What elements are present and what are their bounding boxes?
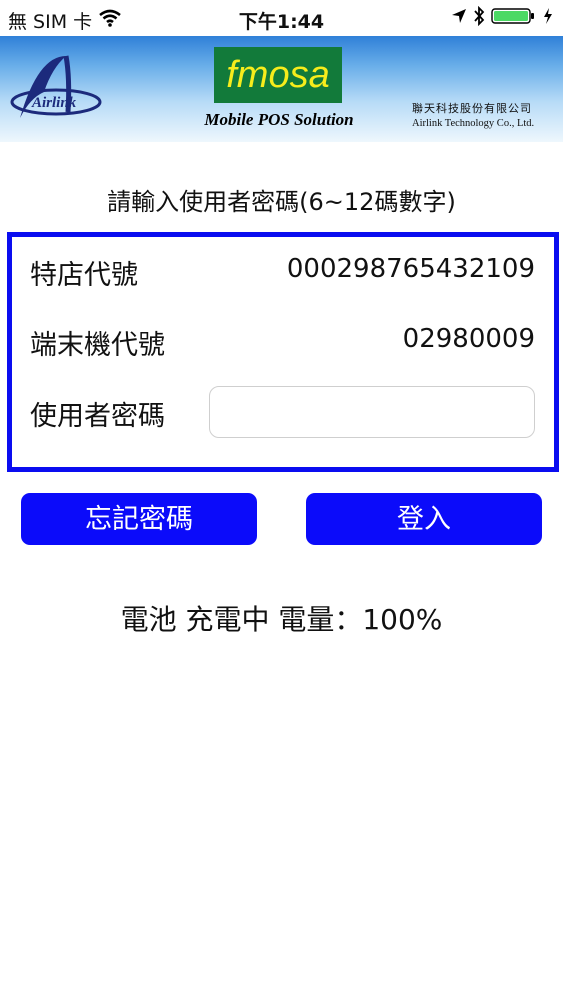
password-input[interactable] bbox=[209, 386, 535, 438]
password-label: 使用者密碼 bbox=[30, 401, 165, 432]
bluetooth-icon bbox=[473, 5, 485, 30]
merchant-id-label: 特店代號 bbox=[30, 260, 138, 291]
charging-bolt-icon bbox=[543, 8, 553, 28]
company-name-en: Airlink Technology Co., Ltd. bbox=[412, 118, 535, 129]
company-name-zh: 聯天科技股份有限公司 bbox=[412, 102, 532, 115]
location-arrow-icon bbox=[451, 7, 467, 29]
battery-status-text: 電池 充電中 電量：100% bbox=[120, 603, 443, 636]
battery-icon bbox=[491, 7, 537, 29]
airlink-logo: Airlink bbox=[10, 48, 120, 128]
terminal-id-label: 端末機代號 bbox=[30, 330, 165, 361]
airlink-logo-text: Airlink bbox=[31, 95, 77, 111]
forgot-password-button[interactable]: 忘記密碼 bbox=[21, 493, 257, 545]
app-logo: fmosa bbox=[214, 47, 342, 103]
login-button[interactable]: 登入 bbox=[306, 493, 542, 545]
status-right bbox=[451, 5, 553, 30]
terminal-id-value: 02980009 bbox=[402, 324, 535, 354]
password-prompt: 請輸入使用者密碼(6~12碼數字) bbox=[107, 188, 456, 216]
merchant-id-value: 000298765432109 bbox=[286, 254, 535, 284]
status-bar: 無 SIM 卡 下午1:44 bbox=[0, 0, 563, 36]
app-tagline: Mobile POS Solution bbox=[204, 110, 354, 129]
